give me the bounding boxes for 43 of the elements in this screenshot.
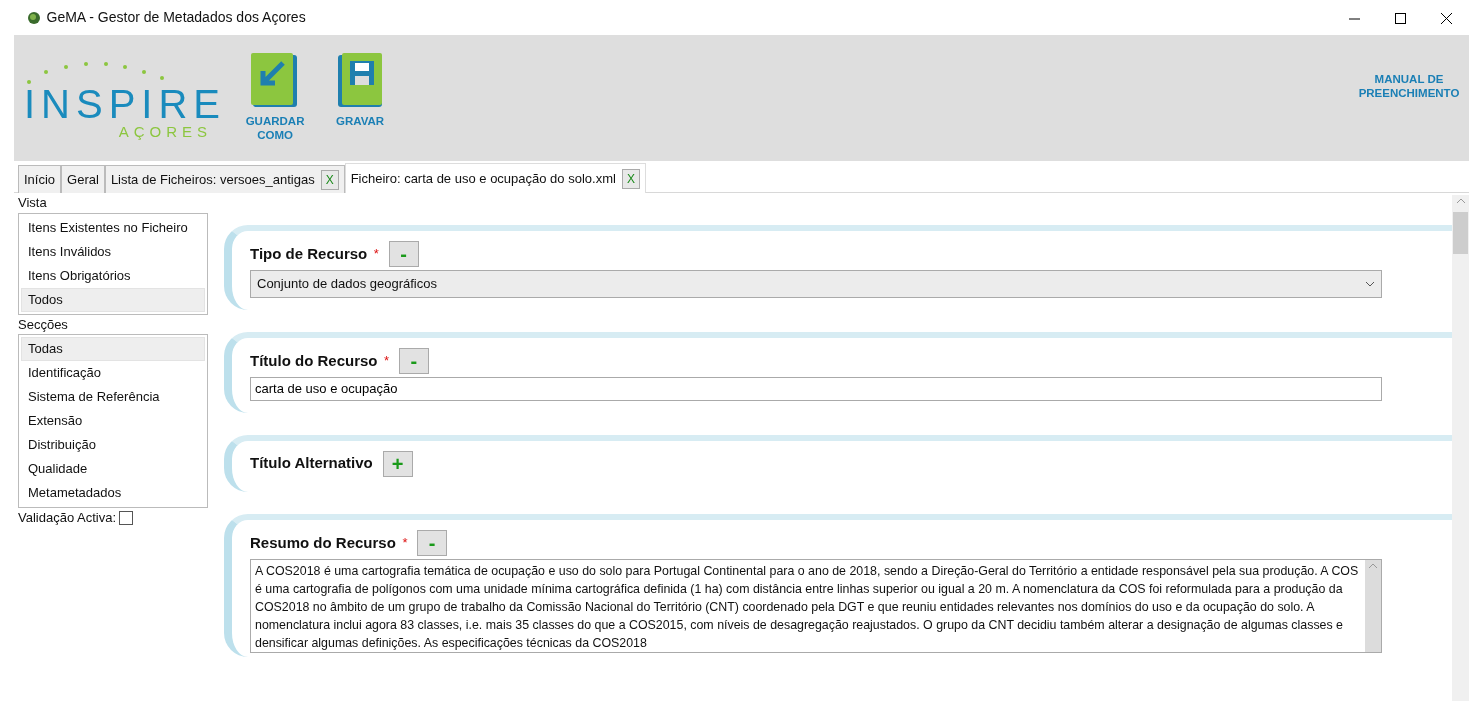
list-item[interactable]: Todos — [21, 287, 205, 312]
close-tab-button[interactable]: X — [320, 169, 339, 190]
scroll-up-icon — [1455, 198, 1466, 205]
text-field[interactable]: carta de uso e ocupação — [250, 377, 1382, 401]
validation-label: Validação Activa: — [18, 509, 117, 527]
list-item[interactable]: Todas — [21, 337, 205, 361]
section-label: Secções — [18, 315, 69, 334]
scroll-up-icon — [1368, 563, 1378, 570]
section-label: Vista — [18, 194, 48, 212]
section-title: Tipo de Recurso — [250, 243, 368, 264]
dropdown[interactable]: Conjunto de dados geográficos — [250, 270, 1382, 298]
section-title: Título Alternativo — [250, 453, 373, 474]
validation-checkbox[interactable] — [119, 510, 134, 525]
list-item[interactable]: Itens Existentes no Ficheiro — [21, 215, 205, 240]
required-mark: * — [402, 534, 408, 552]
close-icon — [1440, 12, 1452, 24]
list-item[interactable]: Sistema de Referência — [21, 385, 205, 409]
list-item[interactable]: Extensão — [21, 409, 205, 433]
list-item[interactable]: Distribuição — [21, 433, 205, 457]
section-title: Resumo do Recurso — [250, 532, 396, 553]
required-mark: * — [384, 352, 390, 370]
scrollbar[interactable] — [1452, 195, 1469, 701]
list-item[interactable]: Itens Inválidos — [21, 239, 205, 264]
list-item[interactable]: Metametadados — [21, 481, 205, 505]
logo-subtitle: AÇORES — [118, 123, 213, 139]
tab[interactable]: Início — [18, 165, 62, 193]
tab[interactable]: Lista de Ficheiros: versoes_antigas X — [104, 165, 345, 193]
window-title: GeMA - Gestor de Metadados dos Açores — [46, 8, 306, 27]
logo-title: INSPIRE — [24, 83, 227, 124]
scrollbar[interactable] — [1365, 560, 1381, 652]
required-mark: * — [373, 245, 379, 264]
list-item[interactable]: Identificação — [21, 361, 205, 385]
chevron-down-icon — [1365, 281, 1375, 287]
tab[interactable]: Ficheiro: carta de uso e ocupação do solo.xml X — [344, 163, 646, 193]
section-title: Título do Recurso — [250, 350, 378, 371]
text-area[interactable]: A COS2018 é uma cartografia temática de ocupação e uso do solo para Portugal Continental para o ano de 2018, sendo a Direção-Geral do Território a entidade responsável pela sua produção. A COS é uma cartografia de polígonos com uma unidade mínima cartográfica definida (1 ha) com distância entre linhas superior ou igual a 20 m. A nomenclatura da COS foi reformulada para a produção da COS2018 no âmbito de um grupo de trabalho da Comissão Nacional do Território (CNT) coordenado pela DGT e que reuniu entidades relevantes nos domínios do uso e da ocupação do solo. A nomenclatura inclui agora 83 classes, i.e. mais 35 classes do que a COS2015, com níveis de desagregação reajustados. O grupo da CNT decidiu também alterar a designação de algumas classes e densificar algumas definições. As especificações técnicas da COS2018 — [250, 559, 1382, 653]
list-item[interactable]: Qualidade — [21, 457, 205, 481]
app-icon — [28, 11, 40, 24]
maximize-icon — [1394, 12, 1406, 24]
list-item[interactable]: Itens Obrigatórios — [21, 263, 205, 288]
tab[interactable]: Geral — [61, 165, 105, 193]
scroll-thumb[interactable] — [1453, 212, 1468, 255]
close-tab-button[interactable]: X — [621, 168, 640, 189]
